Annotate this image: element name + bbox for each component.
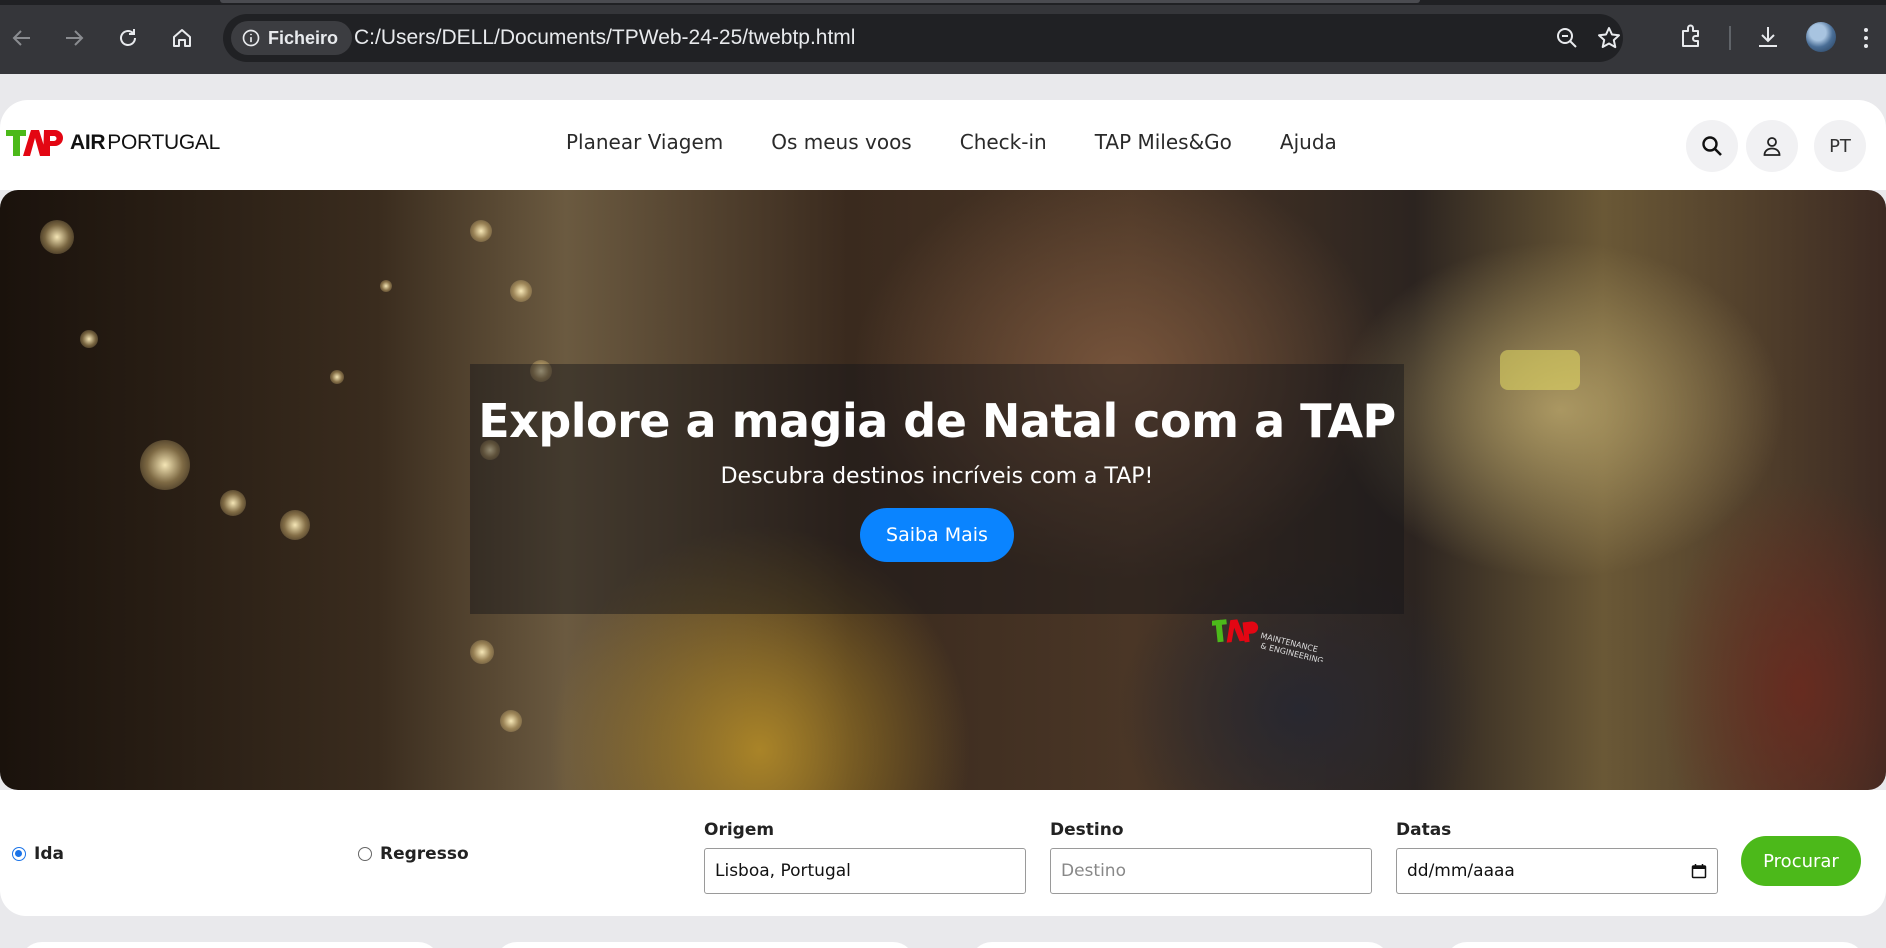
info-icon [242,29,260,47]
destination-input[interactable]: Destino [1050,848,1372,894]
procurar-button[interactable]: Procurar [1741,836,1861,886]
forward-arrow-icon [66,30,84,46]
bookmark-star-icon[interactable] [1595,24,1623,52]
site-info-chip[interactable]: Ficheiro [231,21,353,55]
radio-ida[interactable] [12,847,26,861]
content-card[interactable] [970,942,1390,948]
window-light [1500,350,1580,390]
extensions-icon[interactable] [1676,22,1706,52]
hero-overlay: Explore a magia de Natal com a TAP Descu… [470,364,1404,614]
profile-avatar[interactable] [1806,22,1836,52]
bokeh-light [280,510,310,540]
trip-type-regresso[interactable]: Regresso [358,844,469,864]
bokeh-light [330,370,344,384]
radio-regresso[interactable] [358,847,372,861]
bokeh-light [470,640,494,664]
dates-field: Datas dd/mm/aaaa [1396,820,1718,894]
language-button[interactable]: PT [1814,120,1866,172]
site-header: AIRPORTUGAL Planear Viagem Os meus voos … [0,100,1886,190]
bokeh-light [140,440,190,490]
zoom-icon[interactable] [1553,24,1581,52]
destination-label: Destino [1050,820,1124,840]
tap-logo-mark [6,130,63,156]
back-button[interactable] [4,20,40,56]
tap-logo[interactable]: AIRPORTUGAL [6,126,220,160]
main-nav: Planear Viagem Os meus voos Check-in TAP… [566,130,1337,154]
destination-field: Destino Destino [1050,820,1372,894]
bokeh-light [40,220,74,254]
address-bar[interactable]: Ficheiro C:/Users/DELL/Documents/TPWeb-2… [223,14,1623,62]
flight-search-form: Ida Regresso Origem Lisboa, Portugal Des… [0,790,1886,916]
trip-type-ida[interactable]: Ida [12,844,64,864]
download-icon[interactable] [1753,22,1783,52]
search-button[interactable] [1686,120,1738,172]
dates-placeholder: dd/mm/aaaa [1407,861,1515,881]
bokeh-light [470,220,492,242]
language-label: PT [1829,135,1851,157]
radio-ida-label: Ida [34,844,64,864]
origin-label: Origem [704,820,775,840]
web-page: AIRPORTUGAL Planear Viagem Os meus voos … [0,74,1886,948]
user-icon [1763,137,1781,156]
bokeh-light [380,280,392,292]
home-button[interactable] [164,20,200,56]
origin-input[interactable]: Lisboa, Portugal [704,848,1026,894]
bokeh-light [500,710,522,732]
nav-tap-miles-go[interactable]: TAP Miles&Go [1095,130,1232,154]
back-arrow-icon [12,30,30,46]
nav-os-meus-voos[interactable]: Os meus voos [771,130,912,154]
reload-button[interactable] [110,20,146,56]
calendar-icon[interactable] [1691,863,1707,879]
logo-wordmark: AIRPORTUGAL [70,131,221,154]
nav-check-in[interactable]: Check-in [960,130,1047,154]
nav-planear-viagem[interactable]: Planear Viagem [566,130,723,154]
hero-subtitle: Descubra destinos incríveis com a TAP! [720,464,1154,489]
search-icon [1702,136,1722,156]
dates-label: Datas [1396,820,1452,840]
origin-field: Origem Lisboa, Portugal [704,820,1026,894]
content-card[interactable] [1445,942,1865,948]
content-card[interactable] [20,942,440,948]
saiba-mais-button[interactable]: Saiba Mais [860,508,1014,562]
dates-input[interactable]: dd/mm/aaaa [1396,848,1718,894]
content-card[interactable] [495,942,915,948]
url-text[interactable]: C:/Users/DELL/Documents/TPWeb-24-25/tweb… [354,26,855,50]
tab-strip [0,0,1886,5]
home-icon [173,29,191,47]
toolbar-separator [1729,26,1731,50]
tap-jacket-logo: MAINTENANCE & ENGINEERING [1212,619,1324,662]
bokeh-light [510,280,532,302]
reload-icon [120,29,136,46]
account-button[interactable] [1746,120,1798,172]
browser-menu-icon[interactable] [1862,26,1870,50]
radio-regresso-label: Regresso [380,844,469,864]
forward-button[interactable] [56,20,92,56]
hero-banner: MAINTENANCE & ENGINEERING Explore a magi… [0,190,1886,790]
hero-title: Explore a magia de Natal com a TAP [478,394,1396,448]
active-tab-edge[interactable] [220,0,1420,3]
location-chip-label: Ficheiro [268,27,339,48]
bokeh-light [220,490,246,516]
nav-ajuda[interactable]: Ajuda [1280,130,1337,154]
browser-toolbar: Ficheiro C:/Users/DELL/Documents/TPWeb-2… [0,0,1886,74]
bokeh-light [80,330,98,348]
